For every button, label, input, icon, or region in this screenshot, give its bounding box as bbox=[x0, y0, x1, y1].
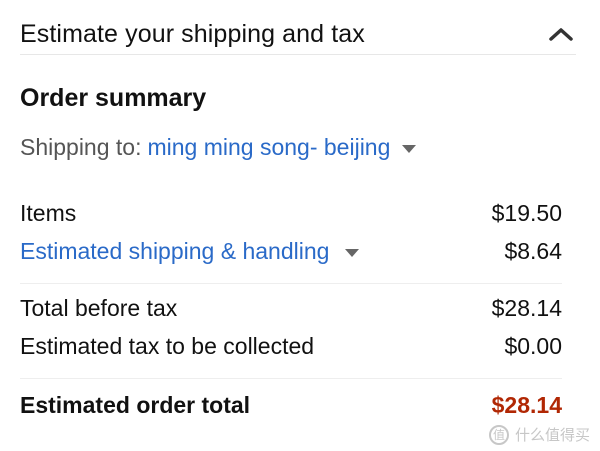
zhi-logo-icon: 值 bbox=[488, 424, 509, 445]
shipping-handling-link[interactable]: Estimated shipping & handling bbox=[20, 238, 360, 265]
order-summary-title: Order summary bbox=[20, 84, 207, 112]
header-title: Estimate your shipping and tax bbox=[20, 19, 365, 48]
shipping-handling-row: Estimated shipping & handling $8.64 bbox=[20, 238, 562, 265]
shipping-to-label: Shipping to: bbox=[20, 134, 142, 160]
shipping-handling-label: Estimated shipping & handling bbox=[20, 238, 330, 264]
items-row: Items $19.50 bbox=[20, 200, 562, 227]
total-before-tax-label: Total before tax bbox=[20, 295, 178, 321]
items-label: Items bbox=[20, 200, 77, 226]
divider bbox=[20, 283, 562, 284]
estimated-tax-amount: $0.00 bbox=[504, 333, 562, 359]
estimated-tax-row: Estimated tax to be collected $0.00 bbox=[20, 333, 562, 360]
shipping-handling-amount: $8.64 bbox=[504, 238, 562, 264]
total-before-tax-amount: $28.14 bbox=[491, 295, 562, 321]
order-total-row: Estimated order total $28.14 bbox=[20, 392, 562, 419]
caret-down-icon[interactable] bbox=[345, 248, 360, 257]
watermark-text: 什么值得买 bbox=[514, 427, 590, 444]
chevron-up-icon[interactable] bbox=[546, 23, 576, 45]
items-amount: $19.50 bbox=[491, 200, 562, 226]
shipping-to-line: Shipping to: ming ming song- beijing bbox=[20, 134, 417, 161]
caret-down-icon[interactable] bbox=[402, 144, 417, 153]
total-before-tax-row: Total before tax $28.14 bbox=[20, 295, 562, 322]
order-total-label: Estimated order total bbox=[20, 392, 251, 418]
shipping-address-link[interactable]: ming ming song- beijing bbox=[147, 134, 390, 161]
shipping-tax-header[interactable]: Estimate your shipping and tax bbox=[20, 14, 576, 55]
divider bbox=[20, 378, 562, 379]
estimated-tax-label: Estimated tax to be collected bbox=[20, 333, 315, 359]
order-total-amount: $28.14 bbox=[491, 392, 562, 418]
order-summary-panel: Estimate your shipping and tax Order sum… bbox=[0, 0, 600, 451]
watermark: 值 什么值得买 bbox=[488, 424, 590, 445]
